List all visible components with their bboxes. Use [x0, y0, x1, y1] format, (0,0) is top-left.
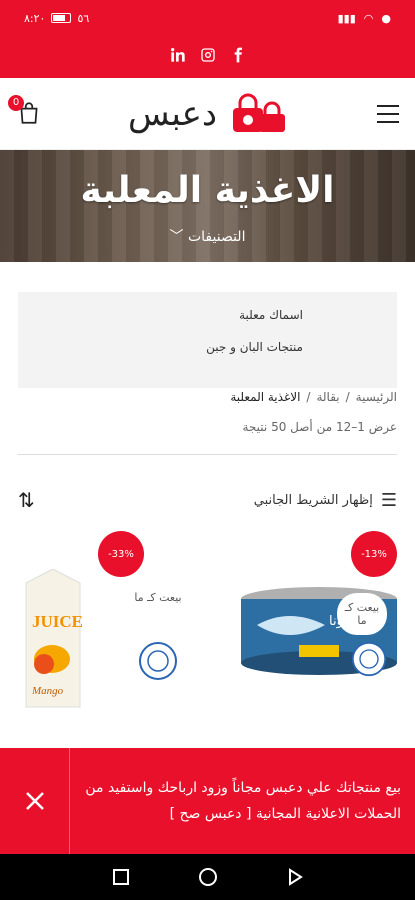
product-card[interactable]: -33% JUICE Mango بيعت كـ ما	[18, 531, 188, 716]
show-sidebar-label: إظهار الشريط الجانبي	[253, 492, 373, 508]
result-count: عرض 1–12 من أصل 50 نتيجة	[242, 420, 397, 434]
sold-by-label: بيعت كـ ما	[134, 591, 182, 604]
juice-carton-image: JUICE Mango	[25, 569, 83, 708]
close-promo-button[interactable]	[0, 748, 70, 854]
sort-icon[interactable]: ⇅	[18, 488, 35, 512]
social-bar	[0, 36, 415, 78]
promo-banner: بيع منتجاتك علي دعبس مجاناً وزود ارباحك …	[0, 748, 415, 854]
juice-brand-text: JUICE	[32, 612, 83, 631]
categories-label: التصنيفات	[187, 229, 246, 245]
vendor-seal-icon	[139, 642, 177, 680]
logo-text: دعبس	[127, 93, 218, 134]
wifi-icon: ◠	[363, 11, 374, 25]
back-icon[interactable]	[286, 868, 304, 886]
linkedin-icon[interactable]	[170, 47, 186, 67]
categories-dropdown[interactable]: التصنيفات ﹀	[0, 226, 415, 246]
android-nav-bar	[0, 854, 415, 900]
filter-row: ⇅ ☰ إظهار الشريط الجانبي	[18, 475, 397, 525]
category-banner: الاغذية المعلبة التصنيفات ﹀	[0, 150, 415, 262]
chevron-down-icon: ﹀	[169, 229, 184, 245]
breadcrumb: الرئيسية / بقالة / الاغذية المعلبة	[18, 390, 397, 404]
vendor-seal-icon	[351, 641, 387, 677]
instagram-icon[interactable]	[200, 47, 216, 67]
discount-badge: -33%	[98, 531, 144, 577]
close-icon	[25, 792, 44, 810]
product-grid: -33% JUICE Mango بيعت كـ ما -13% لونا بي…	[0, 531, 415, 716]
signal-icon: ▮▮▮	[337, 11, 356, 25]
show-sidebar-button[interactable]: ☰ إظهار الشريط الجانبي	[254, 490, 397, 511]
breadcrumb-home[interactable]: الرئيسية	[356, 390, 397, 404]
status-bar: ٨:٢٠ ٥٦ ▮▮▮ ◠ ●	[0, 0, 415, 36]
cart-button[interactable]: 0	[8, 94, 44, 128]
list-icon: ☰	[380, 489, 397, 511]
subcategory-item[interactable]: منتجات البان و جبن	[32, 340, 383, 354]
breadcrumb-grocery[interactable]: بقالة	[316, 390, 339, 404]
site-logo[interactable]: دعبس	[128, 92, 293, 136]
promo-text: بيع منتجاتك علي دعبس مجاناً وزود ارباحك …	[85, 780, 401, 822]
juice-flavor-text: Mango	[31, 685, 64, 697]
recent-apps-icon[interactable]	[112, 868, 130, 886]
status-time: ٨:٢٠	[24, 11, 46, 25]
product-card[interactable]: -13% لونا بيعت كـ ما	[227, 531, 397, 716]
facebook-icon[interactable]	[230, 47, 246, 67]
breadcrumb-separator: /	[306, 390, 311, 404]
home-icon[interactable]	[198, 867, 218, 887]
sold-by-label: بيعت كـ ما	[337, 593, 387, 635]
breadcrumb-separator: /	[345, 390, 350, 404]
shopping-bags-logo-icon	[233, 93, 286, 132]
notification-icon: ●	[381, 11, 391, 25]
page-title: الاغذية المعلبة	[80, 170, 335, 211]
battery-level: ٥٦	[77, 11, 90, 25]
divider	[18, 454, 397, 455]
cart-count-badge: 0	[8, 94, 24, 111]
hamburger-menu-icon[interactable]	[376, 104, 399, 123]
site-header: 0 دعبس	[0, 78, 415, 150]
battery-icon	[51, 13, 72, 23]
discount-badge: -13%	[351, 531, 397, 577]
breadcrumb-current: الاغذية المعلبة	[230, 390, 301, 404]
subcategory-item[interactable]: اسماك معلبة	[32, 308, 383, 322]
subcategories-list: اسماك معلبة منتجات البان و جبن	[18, 292, 397, 388]
